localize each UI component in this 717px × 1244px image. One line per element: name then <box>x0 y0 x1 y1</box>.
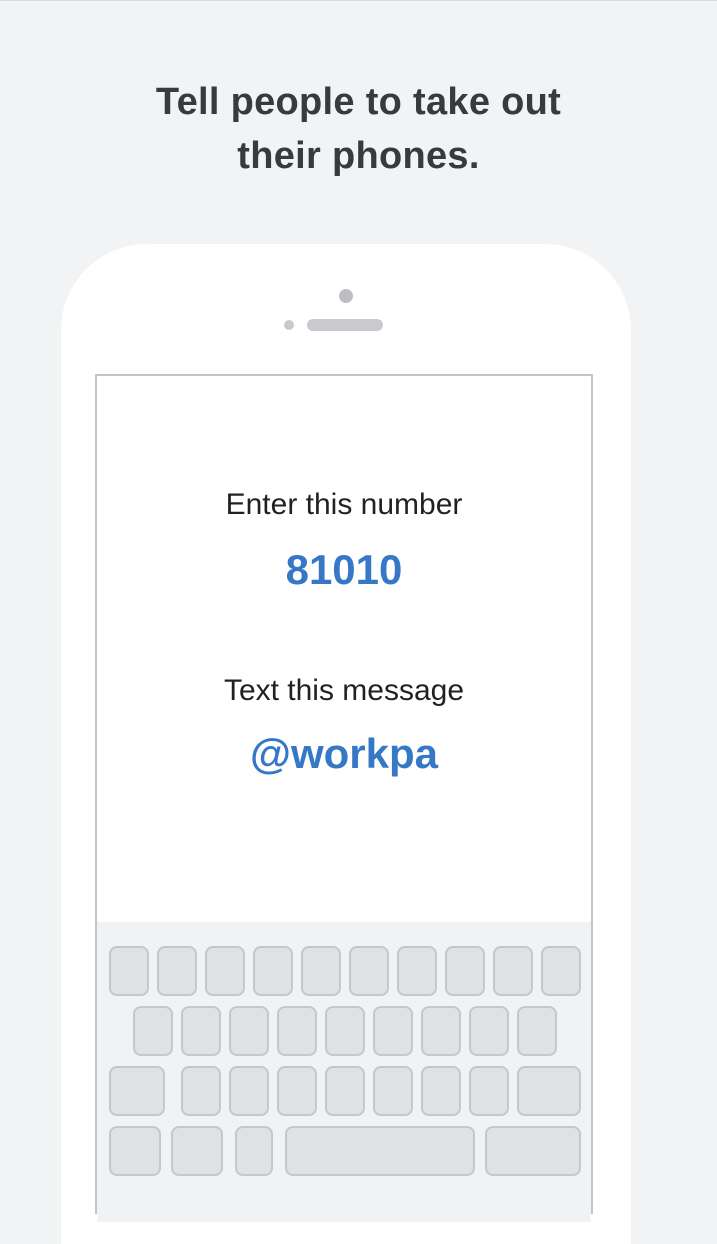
keyboard-numbers-key <box>109 1126 161 1176</box>
page-headline: Tell people to take out their phones. <box>0 75 717 183</box>
keyboard-key <box>277 1066 317 1116</box>
keyboard-key <box>229 1006 269 1056</box>
keyboard-key <box>421 1066 461 1116</box>
sms-number-value: 81010 <box>285 546 403 593</box>
keyboard-key <box>373 1066 413 1116</box>
keyboard-backspace-key <box>517 1066 581 1116</box>
keyboard-key <box>445 946 485 996</box>
keyboard-key <box>205 946 245 996</box>
phone-screen: Enter this number 81010 Text this messag… <box>95 374 593 1222</box>
camera-dot-icon <box>339 289 353 303</box>
keyboard-key <box>469 1006 509 1056</box>
keyboard-key <box>469 1066 509 1116</box>
number-instruction-label: Enter this number <box>225 488 463 521</box>
sms-message-value: @workpa <box>250 730 438 777</box>
keyboard-space-key <box>285 1126 475 1176</box>
keyboard-key <box>181 1006 221 1056</box>
keyboard-key <box>277 1006 317 1056</box>
keyboard-key <box>109 946 149 996</box>
speaker-grille-icon <box>307 319 383 331</box>
keyboard-key <box>541 946 581 996</box>
keyboard-key <box>493 946 533 996</box>
keyboard-key <box>325 1006 365 1056</box>
message-instruction-label: Text this message <box>223 674 465 707</box>
keyboard-illustration <box>97 922 591 1222</box>
keyboard-key <box>133 1006 173 1056</box>
keyboard-key <box>421 1006 461 1056</box>
keyboard-key <box>373 1006 413 1056</box>
keyboard-key <box>517 1006 557 1056</box>
keyboard-key <box>229 1066 269 1116</box>
keyboard-key <box>301 946 341 996</box>
keyboard-emoji-key <box>171 1126 223 1176</box>
headline-line-1: Tell people to take out <box>155 81 562 123</box>
keyboard-return-key <box>485 1126 581 1176</box>
keyboard-shift-key <box>109 1066 165 1116</box>
headline-line-2: their phones. <box>237 135 480 177</box>
keyboard-key <box>253 946 293 996</box>
keyboard-key <box>325 1066 365 1116</box>
keyboard-key <box>349 946 389 996</box>
keyboard-key <box>181 1066 221 1116</box>
keyboard-key <box>397 946 437 996</box>
keyboard-mic-key <box>235 1126 273 1176</box>
sensor-dot-icon <box>284 320 294 330</box>
keyboard-key <box>157 946 197 996</box>
